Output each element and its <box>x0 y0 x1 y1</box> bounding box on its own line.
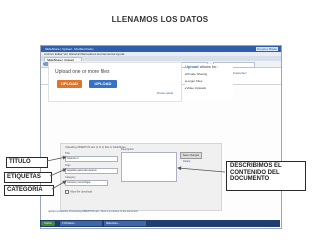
upload-details-form: Uploading ABIERTOS.doc (1 of 1) files to… <box>60 143 222 211</box>
feature-item: Private Sharing <box>185 72 233 76</box>
upload-panel: Upload one or more files UPLOAD UPLOAD P… <box>48 62 182 102</box>
taskbar-item[interactable]: 6 Windows... <box>60 221 102 226</box>
taskbar-item[interactable]: Slideshare... <box>104 221 146 226</box>
features-title-a: Upload <box>185 64 199 69</box>
start-button[interactable]: Inicio <box>41 221 55 226</box>
title-input[interactable]: Abiertos 1 <box>65 156 118 162</box>
taskbar: Inicio 6 Windows... Slideshare... <box>40 220 280 227</box>
slide-title: LLENAMOS LOS DATOS <box>111 15 209 24</box>
callout-descripcion: DESCRIBIMOS EL CONTENIDO DEL DOCUMENTO <box>226 161 306 191</box>
window-titlebar: SlideShare | Upload - Mozilla Firefox Dr… <box>41 46 281 52</box>
form-heading: Uploading ABIERTOS.doc (1 of 1) files to… <box>65 146 126 149</box>
upload-heading: Upload one or more files <box>55 69 110 75</box>
callout-titulo: TÍTULO <box>6 157 48 168</box>
save-changes-button[interactable]: Save changes <box>180 152 202 159</box>
user-menu[interactable]: dfssanchez <box>232 71 247 75</box>
title-label: Title <box>65 152 70 155</box>
upload-button[interactable]: UPLOAD <box>57 80 82 88</box>
features-title-b: allows for: <box>199 64 218 69</box>
tags-label: Tags <box>65 164 71 167</box>
upload-features-panel: Upload allows for: Private Sharing Large… <box>185 64 233 100</box>
delete-link[interactable]: Delete <box>183 160 191 163</box>
pro-upload-button[interactable]: UPLOAD <box>89 80 117 88</box>
callout-etiquetas: ETIQUETAS <box>4 172 52 183</box>
feature-item: Larger Files <box>185 79 233 83</box>
titlebar-badge: Dropbox Blade <box>256 47 278 51</box>
tags-input[interactable]: aquellos,aprender,avance <box>65 168 118 174</box>
description-label: Description <box>121 148 134 151</box>
allow-download-checkbox[interactable]: Allow file download <box>65 190 92 194</box>
window-title: SlideShare | Upload - Mozilla Firefox <box>45 47 94 51</box>
callout-categoria: CATEGORÍA <box>4 185 54 196</box>
feature-item: Video Uploads <box>185 86 233 90</box>
description-textarea[interactable] <box>121 152 177 182</box>
category-select[interactable]: Ciencia y tecnología <box>65 180 108 186</box>
status-note: upload completed. Processing ABIERTOS.do… <box>48 210 139 213</box>
private-upload-link[interactable]: Private upload <box>157 92 173 95</box>
features-title: Upload allows for: <box>185 64 233 69</box>
category-label: Category <box>65 176 76 179</box>
